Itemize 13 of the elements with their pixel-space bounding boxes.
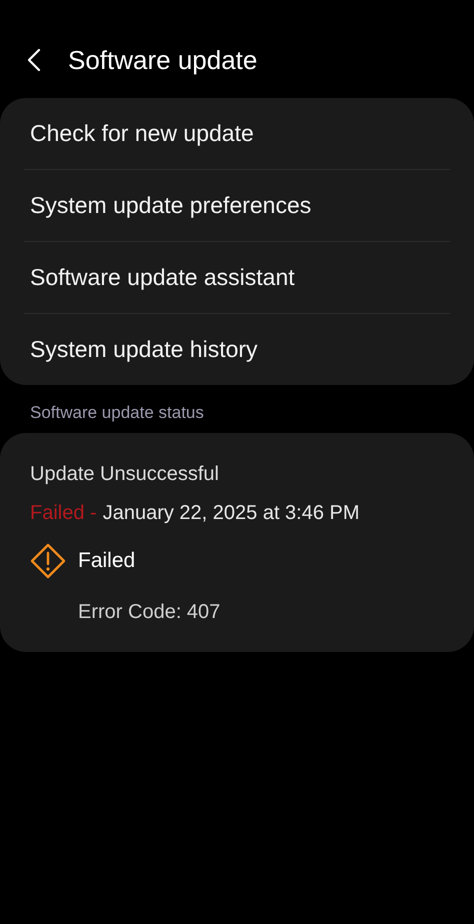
menu-item[interactable]: Software update assistant [24, 241, 450, 313]
status-title: Update Unsuccessful [30, 463, 220, 486]
menu-item[interactable]: System update preferences [24, 169, 450, 241]
menu-item[interactable]: System update history [24, 313, 450, 385]
warning-icon [30, 543, 66, 579]
status-date: January 22, 2025 at 3:46 PM [102, 502, 360, 525]
status-message: Failed [78, 549, 136, 573]
menu-item[interactable]: Check for new update [24, 98, 450, 169]
error-code: Error Code: 407 [78, 601, 222, 624]
status-result: Failed - [30, 502, 97, 525]
back-icon [27, 48, 41, 72]
page-title: Software update [68, 44, 258, 76]
section-label: Software update status [29, 402, 205, 424]
